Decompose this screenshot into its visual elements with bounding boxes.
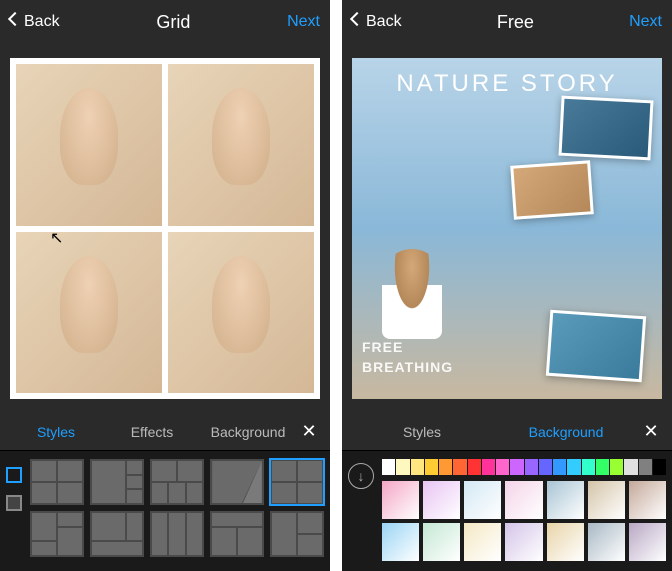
- color-swatch[interactable]: [382, 459, 395, 475]
- overlay-line1: FREE: [362, 339, 403, 355]
- color-swatch[interactable]: [439, 459, 452, 475]
- layout-option[interactable]: [30, 459, 84, 505]
- figure: [382, 249, 442, 339]
- layout-option[interactable]: [150, 511, 204, 557]
- color-swatch[interactable]: [639, 459, 652, 475]
- bg-thumbnail[interactable]: [464, 481, 501, 519]
- grid-cell[interactable]: [168, 232, 314, 394]
- color-swatch[interactable]: [396, 459, 409, 475]
- tab-effects[interactable]: Effects: [104, 424, 200, 440]
- back-button[interactable]: Back: [352, 13, 402, 31]
- bg-thumbnail[interactable]: [629, 481, 666, 519]
- free-screen: Back Free Next NATURE STORY FREE BREATHI…: [342, 0, 672, 571]
- bg-thumbnail[interactable]: [423, 523, 460, 561]
- back-label: Back: [24, 13, 60, 31]
- bg-thumbnail[interactable]: [382, 481, 419, 519]
- bg-thumbnail[interactable]: [505, 523, 542, 561]
- border-off[interactable]: [6, 495, 22, 511]
- grid-4-layout: [10, 58, 320, 399]
- color-swatch[interactable]: [596, 459, 609, 475]
- bg-thumbnail[interactable]: [547, 523, 584, 561]
- layout-option[interactable]: [90, 459, 144, 505]
- overlay-line2: BREATHING: [362, 359, 453, 375]
- header: Back Free Next: [342, 0, 672, 44]
- free-layout: NATURE STORY FREE BREATHING: [352, 58, 662, 399]
- color-swatch[interactable]: [411, 459, 424, 475]
- bg-thumbnail[interactable]: [588, 481, 625, 519]
- color-swatch[interactable]: [539, 459, 552, 475]
- color-swatch[interactable]: [453, 459, 466, 475]
- bg-thumbnail[interactable]: [382, 523, 419, 561]
- bg-thumbnail[interactable]: [423, 481, 460, 519]
- collage-canvas[interactable]: NATURE STORY FREE BREATHING: [352, 58, 662, 399]
- next-button[interactable]: Next: [629, 13, 662, 31]
- border-on[interactable]: [6, 467, 22, 483]
- grid-screen: Back Grid Next ↖ Styles Effects Backgrou…: [0, 0, 330, 571]
- collage-canvas[interactable]: ↖: [10, 58, 320, 399]
- header: Back Grid Next: [0, 0, 330, 44]
- tab-background[interactable]: Background: [200, 424, 296, 440]
- layout-option[interactable]: [270, 459, 324, 505]
- bg-options: [382, 459, 666, 561]
- chevron-left-icon: [10, 14, 20, 30]
- overlay-title: NATURE STORY: [352, 70, 662, 98]
- bg-thumbnail[interactable]: [629, 523, 666, 561]
- tab-background[interactable]: Background: [494, 424, 638, 440]
- close-button[interactable]: ✕: [638, 421, 664, 442]
- bottom-tabs: Styles Effects Background ✕: [0, 413, 330, 451]
- color-swatch[interactable]: [567, 459, 580, 475]
- grid-cell[interactable]: [168, 64, 314, 226]
- border-toggle: [6, 459, 22, 511]
- back-label: Back: [366, 13, 402, 31]
- layout-option[interactable]: [210, 511, 264, 557]
- layout-option[interactable]: [210, 459, 264, 505]
- grid-cell[interactable]: [16, 64, 162, 226]
- tab-styles[interactable]: Styles: [8, 424, 104, 440]
- bg-thumbnail[interactable]: [588, 523, 625, 561]
- free-photo[interactable]: [546, 310, 646, 383]
- free-photo[interactable]: [510, 160, 594, 219]
- styles-panel: [0, 451, 330, 571]
- page-title: Free: [497, 12, 534, 33]
- chevron-left-icon: [352, 14, 362, 30]
- layout-option[interactable]: [270, 511, 324, 557]
- bg-thumbnail[interactable]: [547, 481, 584, 519]
- close-button[interactable]: ✕: [296, 421, 322, 442]
- bg-thumbnail[interactable]: [505, 481, 542, 519]
- layout-grid: [30, 459, 324, 557]
- page-title: Grid: [156, 12, 190, 33]
- download-icon[interactable]: [348, 463, 374, 489]
- tab-styles[interactable]: Styles: [350, 424, 494, 440]
- free-photo[interactable]: [558, 96, 653, 161]
- layout-option[interactable]: [150, 459, 204, 505]
- layout-option[interactable]: [90, 511, 144, 557]
- next-button[interactable]: Next: [287, 13, 320, 31]
- layout-option[interactable]: [30, 511, 84, 557]
- color-swatch[interactable]: [468, 459, 481, 475]
- color-swatch[interactable]: [582, 459, 595, 475]
- color-swatch[interactable]: [653, 459, 666, 475]
- bottom-tabs: Styles Background ✕: [342, 413, 672, 451]
- color-swatch[interactable]: [482, 459, 495, 475]
- color-swatch[interactable]: [624, 459, 637, 475]
- color-swatch[interactable]: [496, 459, 509, 475]
- bg-thumbnails: [382, 481, 666, 561]
- color-swatch[interactable]: [553, 459, 566, 475]
- background-panel: [342, 451, 672, 571]
- color-swatch[interactable]: [525, 459, 538, 475]
- color-swatches: [382, 459, 666, 475]
- bg-thumbnail[interactable]: [464, 523, 501, 561]
- color-swatch[interactable]: [610, 459, 623, 475]
- color-swatch[interactable]: [425, 459, 438, 475]
- back-button[interactable]: Back: [10, 13, 60, 31]
- color-swatch[interactable]: [510, 459, 523, 475]
- grid-cell[interactable]: [16, 232, 162, 394]
